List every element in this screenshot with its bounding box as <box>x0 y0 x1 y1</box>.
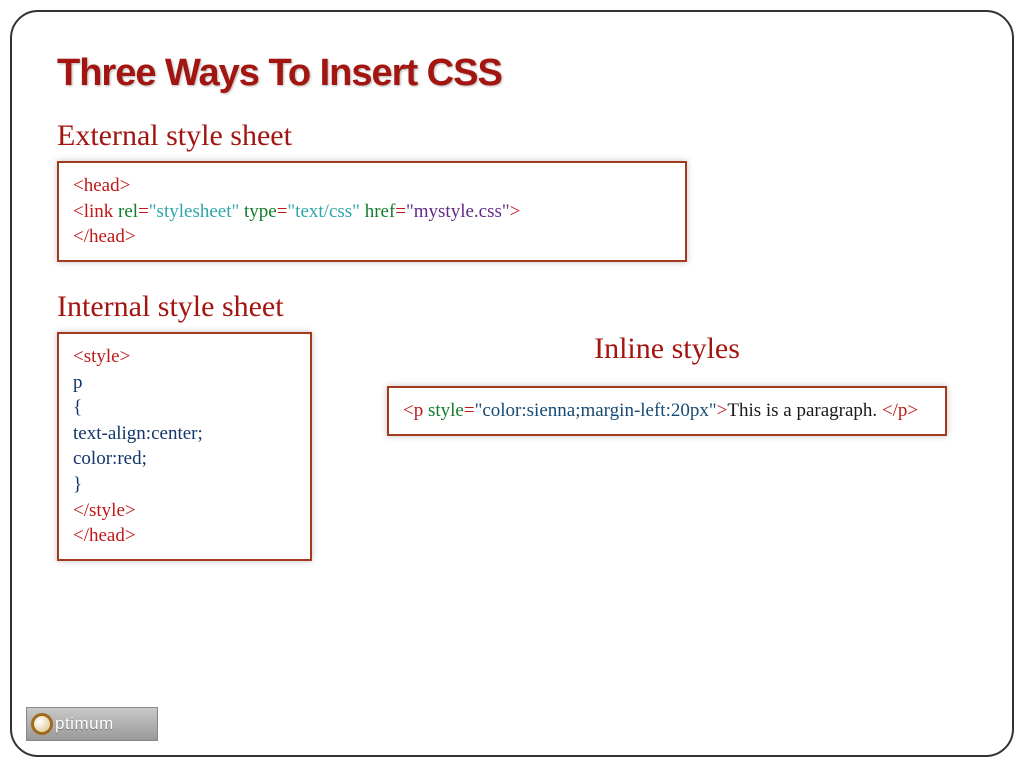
internal-heading: Internal style sheet <box>57 290 967 324</box>
equals: = <box>395 201 406 222</box>
attr-value: "mystyle.css" <box>406 201 510 222</box>
code-line: <head> <box>73 173 671 199</box>
attr-name: style <box>428 400 464 421</box>
text-content: This is a paragraph. <box>727 400 882 421</box>
tag-close: > <box>717 400 728 421</box>
internal-column: <style> p { text-align:center; color:red… <box>57 332 317 561</box>
slide-title: Three Ways To Insert CSS <box>57 52 967 95</box>
attr-name: type <box>244 201 277 222</box>
code-line: color:red; <box>73 446 296 472</box>
code-line: <style> <box>73 344 296 370</box>
inline-heading: Inline styles <box>387 332 947 366</box>
tag-end: </p> <box>882 400 918 421</box>
attr-value: "stylesheet" <box>149 201 239 222</box>
code-line: text-align:center; <box>73 421 296 447</box>
code-line: p <box>73 370 296 396</box>
inline-column: Inline styles <p style="color:sienna;mar… <box>387 332 967 436</box>
code-line: } <box>73 472 296 498</box>
tag-close: > <box>510 201 521 222</box>
tag-open: <p <box>403 400 428 421</box>
code-line: <link rel="stylesheet" type="text/css" h… <box>73 199 671 225</box>
logo-ring-icon <box>31 713 53 735</box>
external-heading: External style sheet <box>57 119 967 153</box>
attr-name: href <box>365 201 396 222</box>
attr-name: rel <box>118 201 138 222</box>
attr-value: "color:sienna;margin-left:20px" <box>475 400 717 421</box>
lower-row: <style> p { text-align:center; color:red… <box>57 332 967 561</box>
equals: = <box>277 201 288 222</box>
equals: = <box>138 201 149 222</box>
logo: ptimum <box>26 707 158 741</box>
code-line: </head> <box>73 523 296 549</box>
code-line: { <box>73 395 296 421</box>
code-line: </style> <box>73 498 296 524</box>
attr-value: "text/css" <box>287 201 360 222</box>
code-line: </head> <box>73 224 671 250</box>
slide-frame: Three Ways To Insert CSS External style … <box>10 10 1014 757</box>
inline-code-box: <p style="color:sienna;margin-left:20px"… <box>387 386 947 436</box>
equals: = <box>464 400 475 421</box>
tag-open: <link <box>73 201 118 222</box>
internal-code-box: <style> p { text-align:center; color:red… <box>57 332 312 561</box>
external-code-box: <head> <link rel="stylesheet" type="text… <box>57 161 687 262</box>
logo-text: ptimum <box>55 714 114 734</box>
